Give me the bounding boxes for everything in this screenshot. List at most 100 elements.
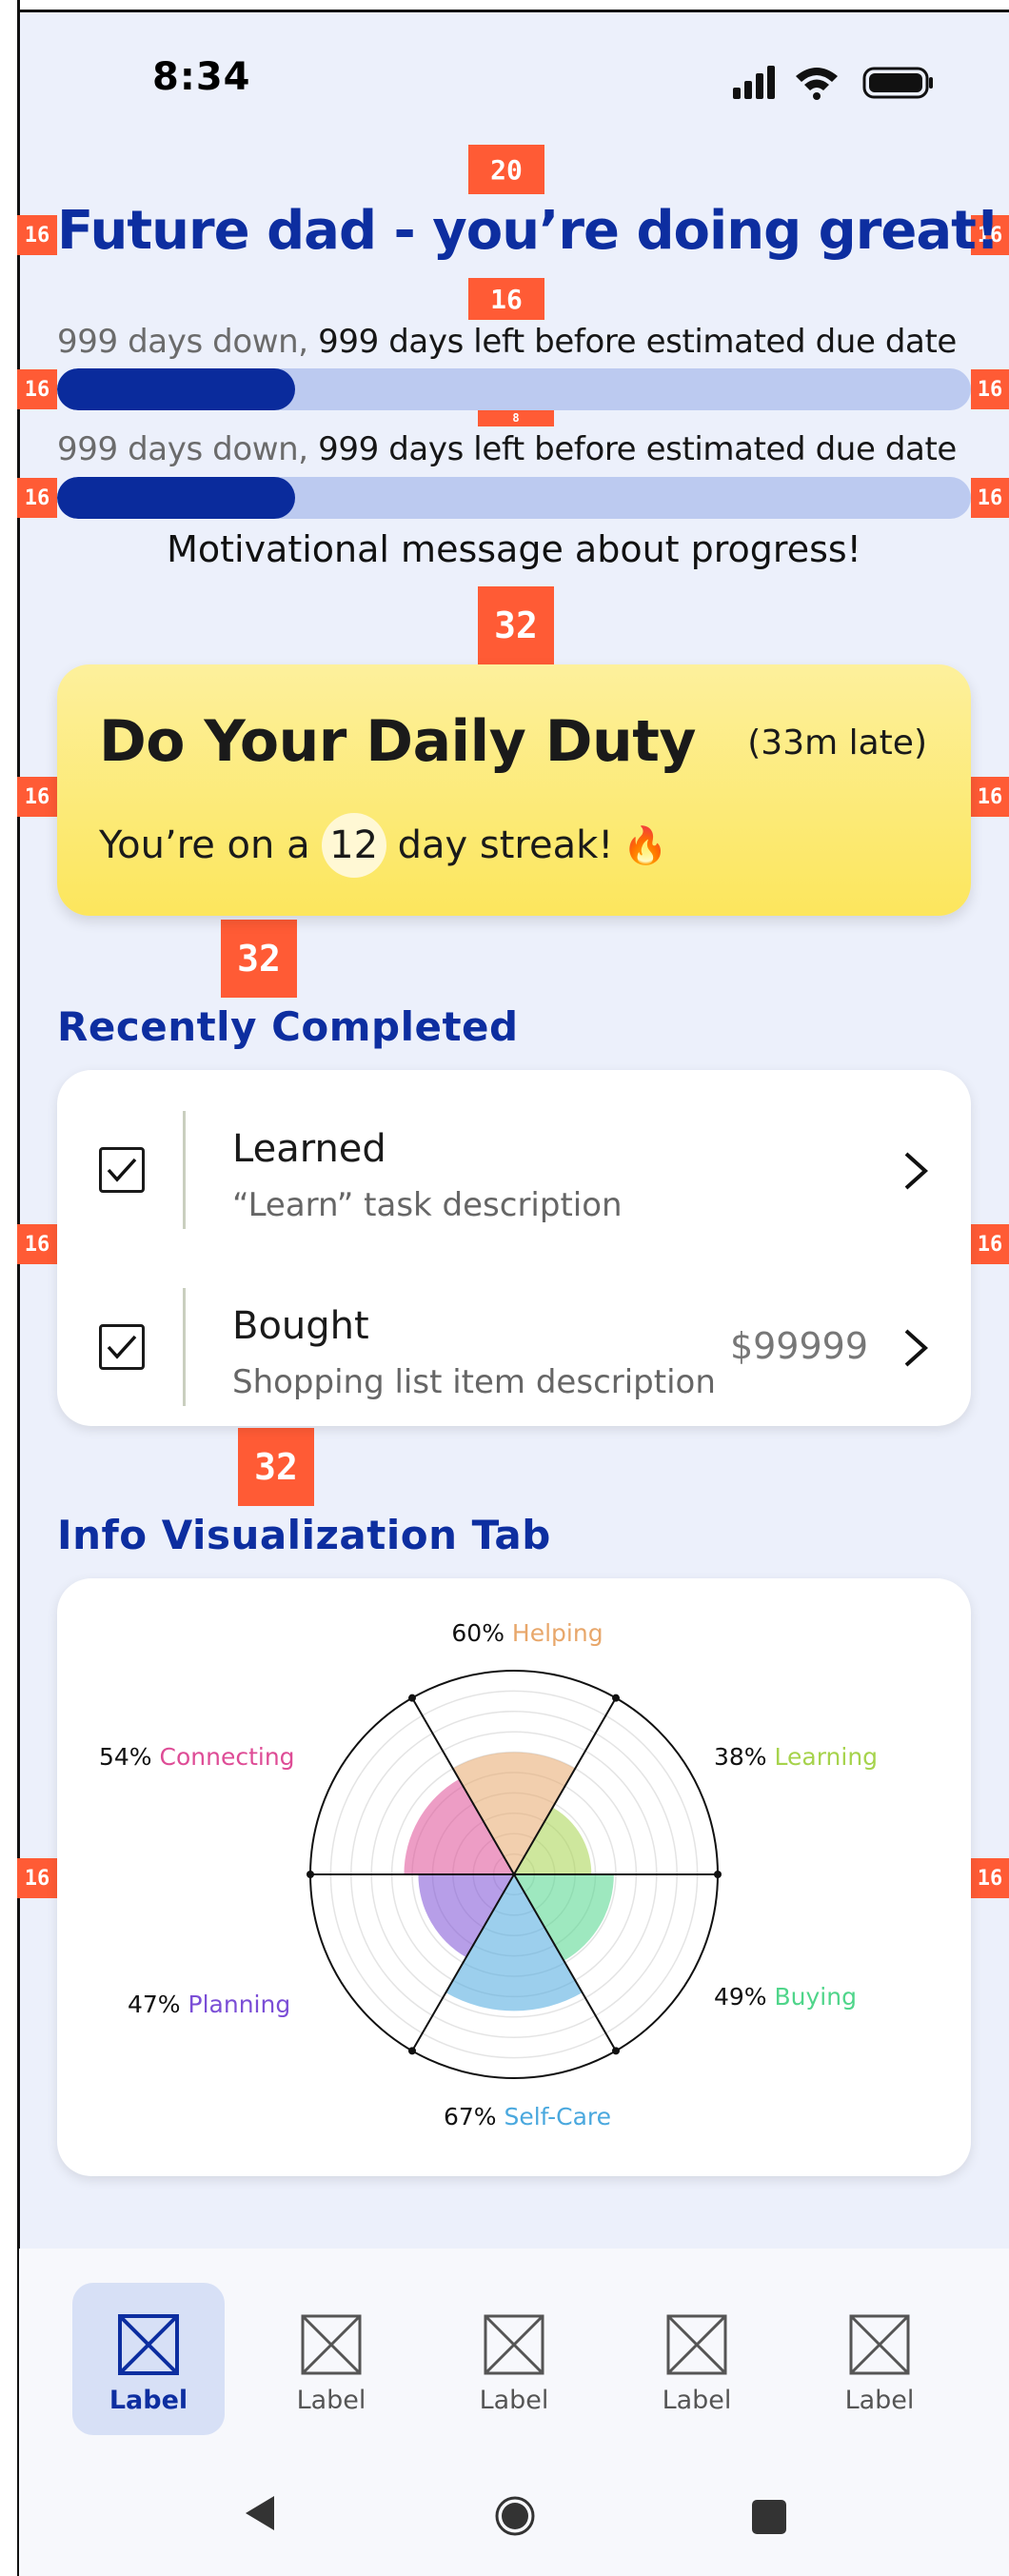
streak-suffix: day streak!	[397, 823, 614, 867]
spacing-badge: 16	[971, 369, 1009, 409]
nav-label: Label	[479, 2386, 549, 2415]
nav-label: Label	[109, 2386, 188, 2415]
item-description: “Learn” task description	[232, 1186, 623, 1224]
recents-icon[interactable]	[750, 2498, 788, 2536]
spacing-badge: 20	[468, 145, 544, 194]
chart-label-value: 49%	[714, 1983, 775, 2011]
info-visualization-heading: Info Visualization Tab	[57, 1512, 551, 1558]
nav-item-3[interactable]: Label	[438, 2283, 590, 2435]
streak-count-badge: 12	[321, 813, 386, 878]
chart-spoke-dot	[408, 1694, 416, 1702]
image-placeholder-icon	[849, 2314, 910, 2375]
signal-icon	[733, 66, 775, 99]
chart-label-learning: 38% Learning	[714, 1743, 878, 1771]
chart-label-category: Learning	[775, 1743, 879, 1771]
list-item[interactable]: Bought Shopping list item description $9…	[57, 1266, 971, 1428]
nav-label: Label	[662, 2386, 732, 2415]
chart-label-buying: 49% Buying	[714, 1983, 857, 2011]
image-placeholder-icon	[118, 2314, 179, 2375]
chevron-right-icon[interactable]	[897, 1150, 935, 1192]
motivational-message: Motivational message about progress!	[167, 528, 861, 570]
image-placeholder-icon	[484, 2314, 544, 2375]
daily-duty-title: Do Your Daily Duty	[99, 708, 697, 775]
chart-spoke-dot	[612, 1694, 620, 1702]
chart-label-value: 60%	[451, 1619, 512, 1647]
days-down-text: 999 days down,	[57, 430, 308, 468]
nav-item-5[interactable]: Label	[803, 2283, 956, 2435]
back-icon[interactable]	[242, 2492, 278, 2534]
item-price: $99999	[729, 1325, 868, 1367]
progress-text: 999 days down, 999 days left before esti…	[57, 430, 957, 468]
days-left-text: 999 days left before estimated due date	[318, 430, 957, 468]
due-date-progress-bar	[57, 477, 971, 519]
spacing-badge: 16	[17, 1224, 57, 1264]
status-icons	[733, 66, 933, 100]
spacing-badge: 16	[17, 1858, 57, 1898]
chart-label-value: 67%	[444, 2103, 504, 2130]
spacing-badge: 16	[17, 777, 57, 817]
home-icon[interactable]	[495, 2496, 535, 2536]
chart-label-category: Connecting	[160, 1743, 295, 1771]
chart-label-category: Helping	[512, 1619, 603, 1647]
chart-label-value: 47%	[128, 1991, 188, 2018]
spacing-badge: 16	[17, 369, 57, 409]
chart-label-planning: 47% Planning	[128, 1991, 290, 2018]
chart-label-self-care: 67% Self-Care	[444, 2103, 611, 2130]
spacing-badge: 32	[478, 586, 554, 664]
chart-spoke-dot	[307, 1871, 314, 1878]
chart-label-category: Planning	[188, 1991, 291, 2018]
nav-item-2[interactable]: Label	[255, 2283, 407, 2435]
checkbox-checked-icon[interactable]	[99, 1324, 145, 1370]
spacing-badge: 16	[971, 1224, 1009, 1264]
spacing-badge: 32	[221, 920, 297, 998]
row-divider	[183, 1288, 186, 1406]
chart-label-category: Buying	[775, 1983, 857, 2011]
chart-label-connecting: 54% Connecting	[99, 1743, 295, 1771]
daily-duty-card[interactable]: Do Your Daily Duty (33m late) You’re on …	[57, 664, 971, 916]
streak-text: You’re on a 12 day streak! 🔥	[99, 813, 668, 878]
nav-label: Label	[296, 2386, 366, 2415]
nav-label: Label	[844, 2386, 915, 2415]
page-title: Future dad - you’re doing great!	[57, 200, 999, 262]
item-title: Learned	[232, 1127, 386, 1171]
image-placeholder-icon	[666, 2314, 727, 2375]
polar-area-chart: 60% Helping 38% Learning 49% Buying 67% Sel…	[99, 1619, 878, 2130]
spacing-badge: 16	[468, 278, 544, 320]
days-down-text: 999 days down,	[57, 323, 308, 361]
list-item[interactable]: Learned “Learn” task description	[57, 1089, 971, 1251]
late-indicator: (33m late)	[747, 723, 927, 763]
chart-spoke-dot	[408, 2047, 416, 2055]
nav-item-4[interactable]: Label	[621, 2283, 773, 2435]
spacing-badge: 16	[971, 478, 1009, 518]
info-visualization-card: 60% Helping 38% Learning 49% Buying 67% Sel…	[57, 1578, 971, 2176]
status-time: 8:34	[152, 55, 251, 99]
chart-spoke-dot	[612, 2047, 620, 2055]
chart-label-value: 38%	[714, 1743, 775, 1771]
spacing-badge: 16	[971, 1858, 1009, 1898]
progress-bar-fill	[57, 477, 295, 519]
nav-item-1[interactable]: Label	[72, 2283, 225, 2435]
due-date-progress-bar	[57, 368, 971, 410]
item-description: Shopping list item description	[232, 1363, 716, 1401]
device-frame-top	[0, 0, 1009, 12]
phone-screen: 8:34 20 16 16 16 16 16 8 16 16 32 16 16 …	[0, 0, 1009, 2576]
chart-label-helping: 60% Helping	[451, 1619, 603, 1647]
wifi-icon	[796, 68, 838, 100]
row-divider	[183, 1111, 186, 1229]
chart-label-category: Self-Care	[504, 2103, 611, 2130]
flame-icon: 🔥	[623, 823, 668, 866]
spacing-badge: 32	[238, 1428, 314, 1506]
streak-prefix: You’re on a	[99, 823, 310, 867]
days-left-text: 999 days left before estimated due date	[318, 323, 957, 361]
spacing-badge: 16	[971, 777, 1009, 817]
recently-completed-list: Learned “Learn” task description Bought …	[57, 1070, 971, 1426]
spacing-badge: 16	[17, 478, 57, 518]
chevron-right-icon[interactable]	[897, 1327, 935, 1369]
chart-label-value: 54%	[99, 1743, 160, 1771]
battery-icon	[862, 67, 933, 99]
recently-completed-heading: Recently Completed	[57, 1003, 519, 1050]
chart-spoke-dot	[714, 1871, 722, 1878]
image-placeholder-icon	[301, 2314, 362, 2375]
checkbox-checked-icon[interactable]	[99, 1147, 145, 1193]
progress-text: 999 days down, 999 days left before esti…	[57, 323, 957, 361]
